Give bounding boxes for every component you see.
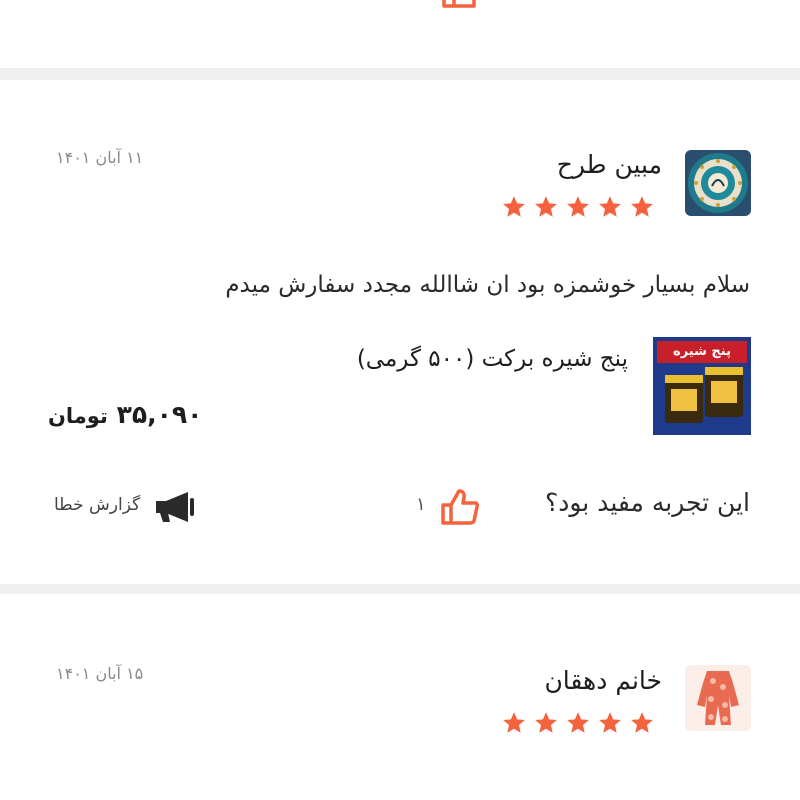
star-icon xyxy=(631,196,653,217)
star-icon xyxy=(599,196,621,217)
review-date: ۱۱ آبان ۱۴۰۱ xyxy=(56,148,144,167)
floral-outfit-icon xyxy=(685,665,751,731)
like-icon[interactable] xyxy=(440,0,480,10)
reviewer-name: مبین طرح xyxy=(556,150,662,179)
star-icon xyxy=(599,712,621,733)
star-icon xyxy=(567,196,589,217)
star-icon xyxy=(503,712,525,733)
star-icon xyxy=(567,712,589,733)
star-rating xyxy=(501,194,655,220)
product-price: ۳۵,۰۹۰ تومان xyxy=(48,400,202,429)
section-divider xyxy=(0,584,800,594)
section-divider xyxy=(0,68,800,80)
report-icon[interactable] xyxy=(154,490,196,524)
helpful-question: این تجربه مفید بود؟ xyxy=(544,488,750,517)
like-count: ۱ xyxy=(416,494,426,515)
price-value: ۳۵,۰۹۰ xyxy=(116,400,203,429)
star-icon xyxy=(503,196,525,217)
report-icon[interactable] xyxy=(155,0,195,8)
calligraphy-plate-icon xyxy=(685,150,751,216)
review-date: ۱۵ آبان ۱۴۰۱ xyxy=(56,664,144,683)
like-icon[interactable] xyxy=(439,487,481,527)
product-image[interactable]: پنج شیره xyxy=(653,337,751,435)
star-rating xyxy=(501,710,655,736)
star-icon xyxy=(535,196,557,217)
product-name[interactable]: پنج شیره برکت (۵۰۰ گرمی) xyxy=(357,346,628,372)
star-icon xyxy=(631,712,653,733)
review-text: سلام بسیار خوشمزه بود ان شاالله مجدد سفا… xyxy=(225,272,750,298)
prev-review-fragment xyxy=(0,0,800,70)
star-icon xyxy=(535,712,557,733)
reviewer-name: خانم دهقان xyxy=(544,666,662,695)
report-label[interactable]: گزارش خطا xyxy=(54,495,140,515)
price-currency: تومان xyxy=(48,404,108,428)
